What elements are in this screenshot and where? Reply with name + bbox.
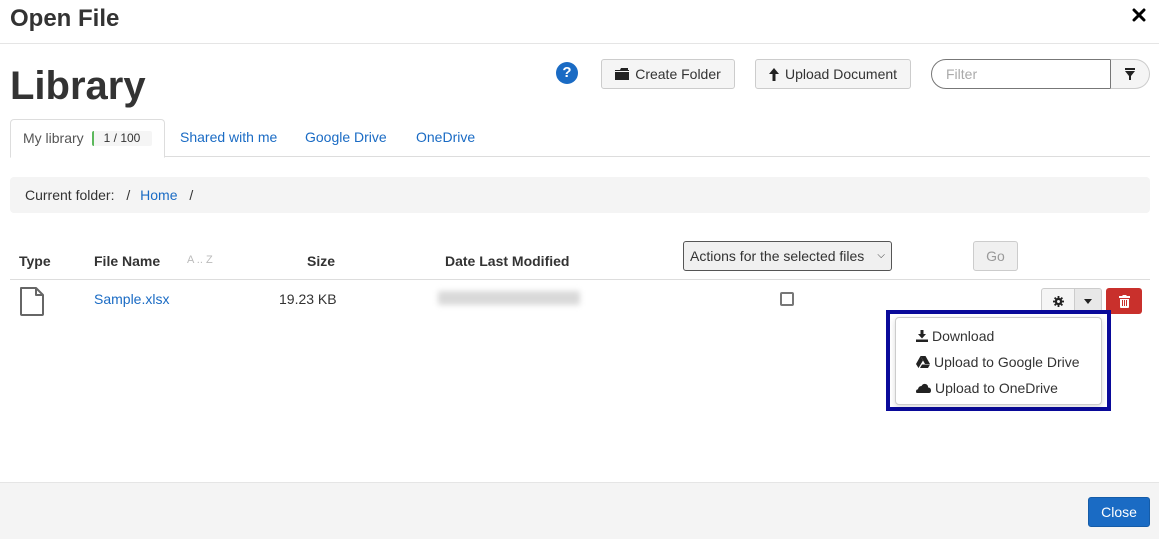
create-folder-label: Create Folder bbox=[635, 66, 721, 82]
chevron-down-icon: ⌵ bbox=[877, 250, 885, 261]
sort-az-toggle[interactable]: A .. Z bbox=[187, 254, 213, 266]
help-icon[interactable]: ? bbox=[556, 62, 578, 84]
tab-shared-with-me[interactable]: Shared with me bbox=[180, 119, 277, 157]
column-header-date[interactable]: Date Last Modified bbox=[445, 253, 569, 269]
page-title: Library bbox=[10, 64, 146, 108]
breadcrumb: Current folder: / Home / bbox=[10, 177, 1150, 213]
column-header-size[interactable]: Size bbox=[307, 253, 335, 269]
download-icon bbox=[916, 330, 928, 342]
filter-group bbox=[931, 59, 1150, 89]
caret-down-icon bbox=[1084, 298, 1092, 304]
breadcrumb-separator: / bbox=[189, 187, 194, 203]
menu-item-label: Upload to Google Drive bbox=[934, 354, 1080, 370]
delete-file-button[interactable] bbox=[1106, 288, 1142, 314]
gear-icon bbox=[1052, 295, 1064, 307]
dialog-footer: Close bbox=[0, 482, 1159, 539]
dialog-title: Open File bbox=[10, 5, 120, 32]
column-header-file-name[interactable]: File Name bbox=[94, 253, 160, 269]
table-header-divider bbox=[10, 279, 1150, 280]
tab-label: My library bbox=[23, 130, 84, 146]
breadcrumb-label: Current folder: bbox=[25, 187, 115, 203]
go-button[interactable]: Go bbox=[973, 241, 1018, 271]
dialog-header: Open File bbox=[0, 0, 1159, 44]
menu-item-download[interactable]: Download bbox=[916, 325, 994, 347]
filter-input[interactable] bbox=[931, 59, 1111, 89]
upload-document-label: Upload Document bbox=[784, 66, 898, 82]
filter-icon bbox=[1125, 68, 1135, 80]
breadcrumb-separator: / bbox=[126, 187, 131, 203]
onedrive-cloud-icon bbox=[916, 383, 931, 393]
file-icon bbox=[20, 287, 44, 316]
menu-item-label: Download bbox=[932, 328, 995, 344]
trash-icon bbox=[1118, 294, 1130, 308]
menu-item-upload-onedrive[interactable]: Upload to OneDrive bbox=[916, 377, 1058, 399]
row-select-checkbox[interactable] bbox=[780, 292, 794, 306]
library-tabs: My library 1 / 100 Shared with me Google… bbox=[10, 119, 1150, 158]
breadcrumb-home-link[interactable]: Home bbox=[140, 187, 177, 203]
file-actions-menu: Download Upload to Google Drive Upload t… bbox=[895, 317, 1102, 405]
column-header-type: Type bbox=[19, 253, 51, 269]
google-drive-icon bbox=[916, 356, 930, 368]
tab-onedrive[interactable]: OneDrive bbox=[416, 119, 475, 157]
menu-item-label: Upload to OneDrive bbox=[935, 380, 1058, 396]
folder-icon bbox=[615, 68, 630, 80]
quota-text: 1 / 100 bbox=[103, 131, 141, 145]
close-button[interactable]: Close bbox=[1088, 497, 1150, 527]
file-date-redacted bbox=[438, 291, 580, 305]
file-size: 19.23 KB bbox=[279, 291, 337, 307]
arrow-up-icon bbox=[768, 67, 779, 81]
bulk-actions-select[interactable]: Actions for the selected files ⌵ bbox=[683, 241, 892, 271]
file-name-link[interactable]: Sample.xlsx bbox=[94, 291, 169, 307]
open-file-dialog: Open File Library ? Create Folder Upload… bbox=[0, 0, 1159, 539]
tab-google-drive[interactable]: Google Drive bbox=[305, 119, 387, 157]
bulk-actions-value: Actions for the selected files bbox=[690, 248, 865, 264]
upload-document-button[interactable]: Upload Document bbox=[755, 59, 911, 89]
filter-button[interactable] bbox=[1110, 59, 1150, 89]
close-icon[interactable] bbox=[1132, 8, 1146, 22]
menu-item-upload-google-drive[interactable]: Upload to Google Drive bbox=[916, 351, 1080, 373]
tab-my-library[interactable]: My library 1 / 100 bbox=[10, 119, 165, 158]
create-folder-button[interactable]: Create Folder bbox=[601, 59, 735, 89]
quota-progress: 1 / 100 bbox=[92, 131, 152, 146]
